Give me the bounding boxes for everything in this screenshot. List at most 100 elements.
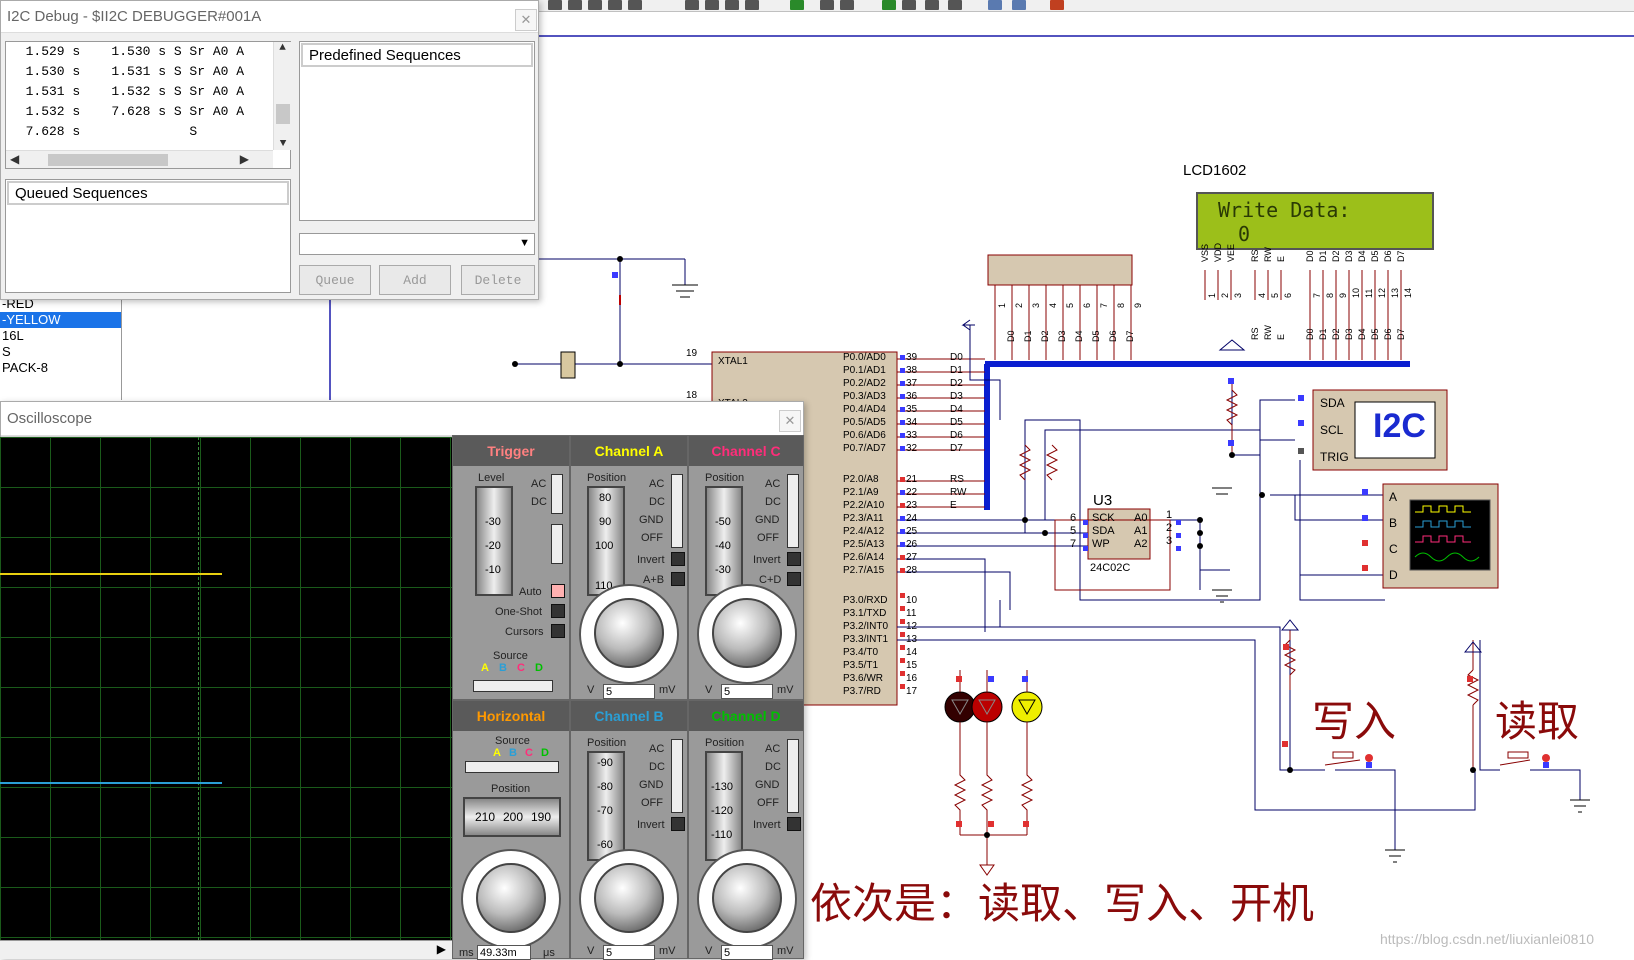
scroll-up-icon[interactable]: ▲: [274, 42, 291, 54]
component-list-item[interactable]: 16L: [0, 328, 121, 344]
channel-a-value-input[interactable]: [603, 684, 655, 699]
lcd-pin-name: D7: [1396, 250, 1406, 262]
scrollbar-thumb[interactable]: [48, 154, 168, 166]
one-shot-button[interactable]: [551, 604, 565, 618]
scrollbar-thumb[interactable]: [276, 104, 290, 124]
off-label: OFF: [757, 532, 779, 544]
scroll-right-icon[interactable]: ▶: [437, 942, 446, 956]
channel-b-invert-button[interactable]: [671, 817, 685, 831]
trigger-edge-switch[interactable]: [551, 524, 563, 564]
log-row[interactable]: 7.628 s S: [6, 122, 290, 142]
component-list-item[interactable]: S: [0, 344, 121, 360]
channel-b-value-input[interactable]: [603, 945, 655, 960]
scope-hscroll[interactable]: ▶: [0, 940, 452, 959]
net-label: RW: [950, 487, 967, 498]
channel-c-invert-button[interactable]: [787, 552, 801, 566]
delete-button[interactable]: Delete: [461, 265, 535, 295]
log-row[interactable]: 1.531 s 1.532 s S Sr A0 A: [6, 82, 290, 102]
component-list-item[interactable]: PACK-8: [0, 360, 121, 376]
queue-button[interactable]: Queue: [299, 265, 371, 295]
channel-a-coupling-switch[interactable]: [671, 474, 683, 548]
mcu-pin-number: 17: [906, 686, 918, 697]
scroll-down-icon[interactable]: ▼: [274, 138, 292, 150]
channel-c-combo-button[interactable]: [787, 572, 801, 586]
channel-c-coupling-switch[interactable]: [787, 474, 799, 548]
channel-a-invert-button[interactable]: [671, 552, 685, 566]
component-list-item-selected[interactable]: -YELLOW: [0, 312, 121, 328]
oscilloscope-titlebar[interactable]: Oscilloscope: [1, 402, 803, 436]
i2c-debug-window[interactable]: I2C Debug - $II2C DEBUGGER#001A ✕ 1.529 …: [0, 0, 539, 300]
oscilloscope-title: Oscilloscope: [7, 410, 93, 427]
i2c-log-list[interactable]: 1.529 s 1.530 s S Sr A0 A 1.530 s 1.531 …: [5, 41, 291, 169]
predefined-sequences-panel[interactable]: Predefined Sequences: [299, 41, 535, 221]
i2c-debug-titlebar[interactable]: I2C Debug - $II2C DEBUGGER#001A: [1, 1, 538, 33]
cursors-button[interactable]: [551, 624, 565, 638]
horizontal-position-slider[interactable]: 210 200 190: [463, 797, 561, 837]
sequence-dropdown[interactable]: ▼: [299, 233, 535, 255]
component-list[interactable]: -RED -YELLOW 16L S PACK-8: [0, 296, 122, 400]
trigger-level-slider[interactable]: -30 -20 -10: [475, 486, 513, 596]
channel-d-header: Channel D: [689, 701, 803, 731]
mcu-pin-number: 36: [906, 391, 918, 402]
trigger-header: Trigger: [453, 436, 569, 466]
queued-sequences-panel[interactable]: Queued Sequences: [5, 179, 291, 293]
channel-d-knob[interactable]: [712, 863, 782, 933]
scope-cursor[interactable]: [198, 437, 199, 940]
horizontal-source-slider[interactable]: [465, 761, 559, 773]
resnet-pin-number: 1: [997, 302, 1007, 308]
vertical-scrollbar[interactable]: ▲ ▼: [273, 42, 291, 150]
log-row[interactable]: 1.529 s 1.530 s S Sr A0 A: [6, 42, 290, 62]
lcd-pin-number: 5: [1270, 292, 1280, 298]
log-row[interactable]: 1.532 s 7.628 s S Sr A0 A: [6, 102, 290, 122]
source-d: D: [535, 662, 543, 674]
lcd-pin-name: RW: [1263, 325, 1273, 340]
lcd-pin-name: D2: [1331, 250, 1341, 262]
scale-label: -80: [597, 781, 613, 793]
lcd-pin-name: RS: [1250, 327, 1260, 340]
channel-b-position-slider[interactable]: -90 -80 -70 -60: [587, 751, 625, 861]
mcu-pin-number: 27: [906, 552, 918, 563]
mcu-pin-name: P3.2/INT0: [843, 621, 889, 632]
channel-d-position-slider[interactable]: -130 -120 -110: [705, 751, 743, 861]
horizontal-scrollbar[interactable]: ◀ ▶: [6, 150, 273, 168]
u3-pin-num: 3: [1166, 535, 1173, 547]
trigger-coupling-switch[interactable]: [551, 474, 563, 514]
add-button[interactable]: Add: [379, 265, 451, 295]
u3-pin-wp: WP: [1092, 538, 1110, 550]
millivolts-unit: mV: [777, 684, 794, 696]
lcd-pin-number: 4: [1257, 292, 1267, 298]
scale-label: -110: [711, 829, 733, 841]
mcu-pin-number: 10: [906, 595, 918, 606]
resnet-net-label: D5: [1091, 330, 1101, 342]
i2c-debug-title: I2C Debug - $II2C DEBUGGER#001A: [7, 8, 262, 25]
auto-button[interactable]: [551, 584, 565, 598]
channel-a-combo-button[interactable]: [671, 572, 685, 586]
channel-b-knob[interactable]: [594, 863, 664, 933]
channel-a-position-slider[interactable]: 80 90 100 110: [587, 486, 625, 596]
timebase-value-input[interactable]: [477, 945, 531, 960]
close-icon[interactable]: ✕: [779, 410, 801, 432]
scroll-left-icon[interactable]: ◀: [10, 152, 19, 167]
scale-label: -70: [597, 805, 613, 817]
channel-d-invert-button[interactable]: [787, 817, 801, 831]
scale-label: 90: [599, 516, 612, 528]
resnet-net-label: D1: [1023, 330, 1033, 342]
timebase-knob[interactable]: [476, 863, 546, 933]
scope-display[interactable]: [0, 437, 452, 940]
close-icon[interactable]: ✕: [515, 9, 537, 31]
u3-pin-a0: A0: [1134, 512, 1148, 524]
trigger-source-slider[interactable]: [473, 680, 553, 692]
channel-d-value-input[interactable]: [721, 945, 773, 960]
channel-d-coupling-switch[interactable]: [787, 739, 799, 813]
channel-a-trace: [0, 573, 222, 575]
channel-a-knob[interactable]: [594, 598, 664, 668]
mcu-pin-name: P0.7/AD7: [843, 443, 886, 454]
chevron-down-icon[interactable]: ▼: [519, 237, 530, 249]
scroll-right-icon[interactable]: ▶: [240, 152, 249, 167]
channel-c-knob[interactable]: [712, 598, 782, 668]
lcd-pin-name: D0: [1305, 328, 1315, 340]
channel-b-coupling-switch[interactable]: [671, 739, 683, 813]
log-row[interactable]: 1.530 s 1.531 s S Sr A0 A: [6, 62, 290, 82]
channel-c-position-slider[interactable]: -50 -40 -30: [705, 486, 743, 596]
channel-c-value-input[interactable]: [721, 684, 773, 699]
